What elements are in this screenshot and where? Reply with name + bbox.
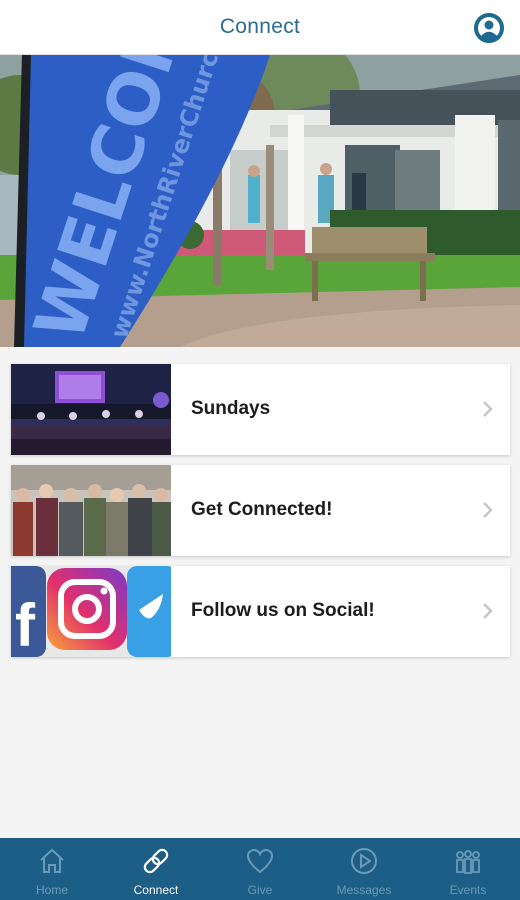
- worship-stage-photo: [11, 364, 171, 455]
- tab-messages[interactable]: Messages: [312, 838, 416, 900]
- bottom-tab-bar: Home Connect Give Messages Events: [0, 838, 520, 900]
- tab-home[interactable]: Home: [0, 838, 104, 900]
- chevron-right-icon: [483, 603, 493, 619]
- list-item-sundays[interactable]: Sundays: [11, 364, 510, 455]
- home-icon: [40, 848, 64, 873]
- svg-text:f: f: [15, 592, 36, 657]
- tab-label: Connect: [133, 883, 179, 897]
- tab-label: Messages: [336, 883, 392, 897]
- list-item-follow-social[interactable]: f Follow us on Social!: [11, 566, 510, 657]
- tab-events[interactable]: Events: [416, 838, 520, 900]
- list-item-label: Follow us on Social!: [191, 600, 375, 621]
- tab-label: Home: [35, 883, 68, 897]
- profile-button[interactable]: [474, 13, 504, 43]
- tab-connect[interactable]: Connect: [104, 838, 208, 900]
- tab-label: Events: [449, 883, 487, 897]
- tab-label: Give: [247, 883, 273, 897]
- list-item-label: Sundays: [191, 398, 271, 419]
- page-title: Connect: [219, 15, 301, 38]
- play-circle-icon: [351, 848, 377, 874]
- people-icon: [456, 850, 480, 874]
- chevron-right-icon: [483, 401, 493, 417]
- heart-icon: [246, 848, 274, 874]
- group-photo: [11, 465, 171, 556]
- list-item-label: Get Connected!: [191, 499, 333, 520]
- chevron-right-icon: [483, 502, 493, 518]
- list-item-get-connected[interactable]: Get Connected!: [11, 465, 510, 556]
- tab-give[interactable]: Give: [208, 838, 312, 900]
- user-circle-icon: [474, 13, 504, 43]
- top-nav-bar: Connect: [0, 0, 520, 55]
- link-icon: [143, 848, 169, 874]
- social-logos-photo: f: [11, 566, 171, 657]
- hero-image: WELCOME www.NorthRiverChurch: [0, 55, 520, 347]
- connect-list: Sundays Get Connected! f Follow us on So…: [11, 364, 510, 667]
